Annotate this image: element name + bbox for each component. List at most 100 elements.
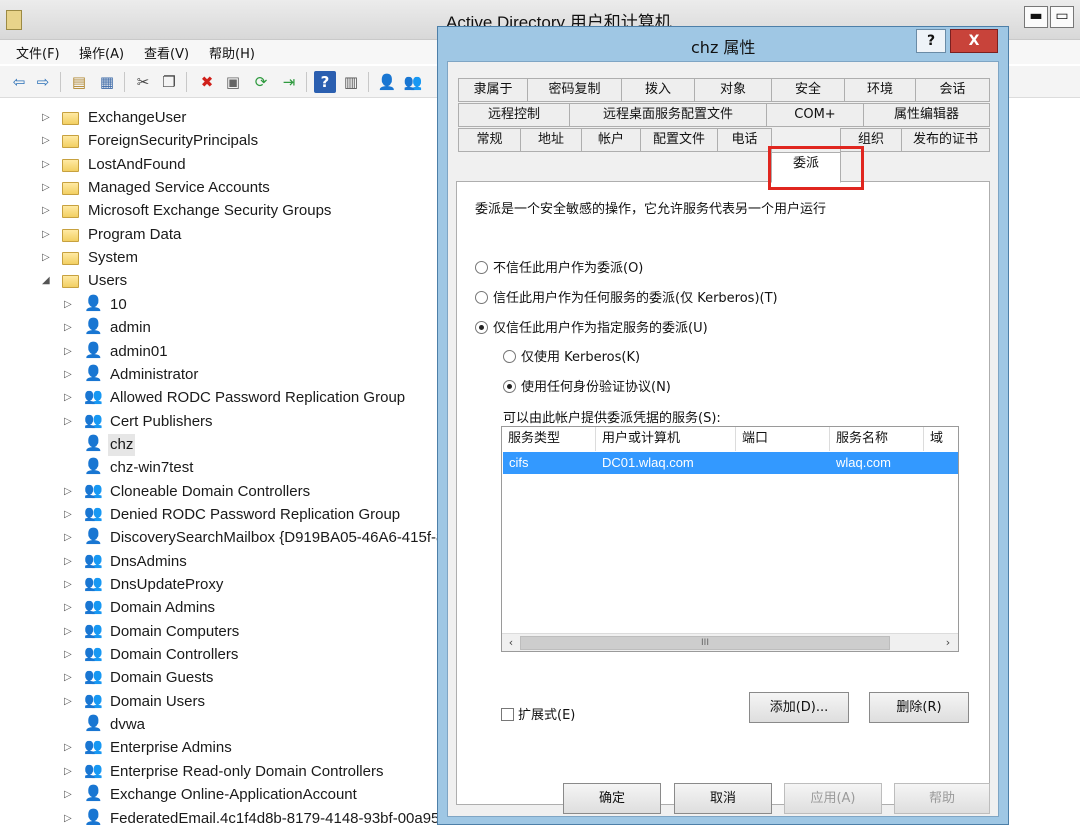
- apply-button[interactable]: 应用(A): [784, 783, 882, 814]
- tab-attribute-editor[interactable]: 属性编辑器: [863, 103, 990, 127]
- expand-arrow-icon[interactable]: ▷: [42, 224, 54, 246]
- radio-no-delegation[interactable]: 不信任此用户作为委派(O): [475, 261, 643, 277]
- radio-button-selected[interactable]: [475, 321, 488, 334]
- tab-telephones[interactable]: 电话: [717, 128, 772, 152]
- tab-dial-in[interactable]: 拨入: [621, 78, 695, 102]
- menu-help[interactable]: 帮助(H): [209, 43, 255, 62]
- radio-button[interactable]: [503, 350, 516, 363]
- tab-published-certificates[interactable]: 发布的证书: [901, 128, 990, 152]
- expand-arrow-icon[interactable]: ▷: [42, 154, 54, 176]
- menu-view[interactable]: 查看(V): [144, 43, 189, 62]
- restore-button[interactable]: ▭: [1050, 6, 1074, 28]
- copy-icon[interactable]: ❐: [158, 71, 180, 93]
- cell-service-type: cifs: [509, 455, 529, 470]
- expand-arrow-icon[interactable]: ▷: [64, 667, 76, 689]
- expand-arrow-icon[interactable]: ▷: [42, 107, 54, 129]
- tab-general[interactable]: 常规: [458, 128, 521, 152]
- tab-rds-profile[interactable]: 远程桌面服务配置文件: [569, 103, 767, 127]
- expand-arrow-icon[interactable]: ▷: [64, 597, 76, 619]
- console-icon[interactable]: ▥: [340, 71, 362, 93]
- cancel-button[interactable]: 取消: [674, 783, 772, 814]
- radio-button[interactable]: [475, 261, 488, 274]
- show-hide-tree-icon[interactable]: ▦: [96, 71, 118, 93]
- expand-arrow-icon[interactable]: ▷: [64, 691, 76, 713]
- dialog-help-button[interactable]: ?: [916, 29, 946, 53]
- menu-action[interactable]: 操作(A): [79, 43, 124, 62]
- expanded-checkbox-row[interactable]: 扩展式(E): [501, 704, 575, 723]
- expand-arrow-icon[interactable]: ▷: [64, 387, 76, 409]
- dialog-close-button[interactable]: X: [950, 29, 998, 53]
- tab-profile[interactable]: 配置文件: [640, 128, 718, 152]
- tab-password-replication[interactable]: 密码复制: [527, 78, 622, 102]
- properties-icon[interactable]: ▣: [222, 71, 244, 93]
- expand-arrow-icon[interactable]: ▷: [42, 200, 54, 222]
- tab-object[interactable]: 对象: [694, 78, 772, 102]
- forward-icon[interactable]: ⇨: [32, 71, 54, 93]
- tab-remote-control[interactable]: 远程控制: [458, 103, 570, 127]
- tab-sessions[interactable]: 会话: [915, 78, 990, 102]
- expanded-checkbox[interactable]: [501, 708, 514, 721]
- expand-arrow-icon[interactable]: ▷: [64, 808, 76, 825]
- expand-arrow-icon[interactable]: ▷: [64, 341, 76, 363]
- column-header-domain[interactable]: 域: [924, 427, 958, 451]
- tab-com-plus[interactable]: COM+: [766, 103, 864, 127]
- scroll-thumb[interactable]: III: [520, 636, 890, 650]
- horizontal-scrollbar[interactable]: ‹ III ›: [502, 633, 958, 651]
- expand-arrow-icon[interactable]: ▷: [64, 294, 76, 316]
- scroll-right-icon[interactable]: ›: [940, 635, 956, 651]
- column-header-service-name[interactable]: 服务名称: [830, 427, 924, 451]
- radio-label: 仅信任此用户作为指定服务的委派(U): [493, 321, 708, 336]
- expand-arrow-icon[interactable]: ▷: [64, 411, 76, 433]
- remove-button[interactable]: 删除(R): [869, 692, 969, 723]
- radio-kerberos-only[interactable]: 仅使用 Kerberos(K): [503, 350, 640, 366]
- back-icon[interactable]: ⇦: [8, 71, 30, 93]
- new-user-icon[interactable]: 👤: [376, 71, 398, 93]
- new-group-icon[interactable]: 👥: [402, 71, 424, 93]
- expand-arrow-icon[interactable]: ▷: [64, 551, 76, 573]
- cut-icon[interactable]: ✂: [132, 71, 154, 93]
- radio-label: 信任此用户作为任何服务的委派(仅 Kerberos)(T): [493, 291, 778, 306]
- expand-arrow-icon[interactable]: ▷: [64, 481, 76, 503]
- tab-security[interactable]: 安全: [771, 78, 845, 102]
- collapse-arrow-icon[interactable]: ◢: [42, 270, 54, 292]
- column-header-service-type[interactable]: 服务类型: [502, 427, 596, 451]
- tab-member-of[interactable]: 隶属于: [458, 78, 528, 102]
- services-list[interactable]: 服务类型 用户或计算机 端口 服务名称 域 cifs DC01.wlaq.com…: [501, 426, 959, 652]
- expand-arrow-icon[interactable]: ▷: [64, 574, 76, 596]
- expand-arrow-icon[interactable]: ▷: [64, 504, 76, 526]
- expand-arrow-icon[interactable]: ▷: [42, 177, 54, 199]
- expand-arrow-icon[interactable]: ▷: [64, 621, 76, 643]
- expand-arrow-icon[interactable]: ▷: [42, 247, 54, 269]
- radio-trust-specified-services[interactable]: 仅信任此用户作为指定服务的委派(U): [475, 321, 708, 337]
- column-header-user-or-computer[interactable]: 用户或计算机: [596, 427, 736, 451]
- table-row[interactable]: cifs DC01.wlaq.com wlaq.com: [503, 452, 958, 474]
- help-button[interactable]: 帮助: [894, 783, 990, 814]
- up-folder-icon[interactable]: ▤: [68, 71, 90, 93]
- minimize-button[interactable]: ▬: [1024, 6, 1048, 28]
- radio-button-selected[interactable]: [503, 380, 516, 393]
- help-icon[interactable]: ?: [314, 71, 336, 93]
- expand-arrow-icon[interactable]: ▷: [64, 317, 76, 339]
- tab-account[interactable]: 帐户: [581, 128, 641, 152]
- expand-arrow-icon[interactable]: ▷: [64, 644, 76, 666]
- ok-button[interactable]: 确定: [563, 783, 661, 814]
- tab-address[interactable]: 地址: [520, 128, 582, 152]
- expand-arrow-icon[interactable]: ▷: [64, 364, 76, 386]
- scroll-left-icon[interactable]: ‹: [503, 635, 519, 651]
- expand-arrow-icon[interactable]: ▷: [42, 130, 54, 152]
- delete-icon[interactable]: ✖: [196, 71, 218, 93]
- radio-trust-any-service[interactable]: 信任此用户作为任何服务的委派(仅 Kerberos)(T): [475, 291, 778, 307]
- folder-icon: [62, 252, 79, 266]
- expand-arrow-icon[interactable]: ▷: [64, 527, 76, 549]
- tab-environment[interactable]: 环境: [844, 78, 916, 102]
- export-list-icon[interactable]: ⇥: [278, 71, 300, 93]
- menu-file[interactable]: 文件(F): [16, 43, 60, 62]
- column-header-port[interactable]: 端口: [736, 427, 830, 451]
- add-button[interactable]: 添加(D)...: [749, 692, 849, 723]
- expand-arrow-icon[interactable]: ▷: [64, 784, 76, 806]
- expand-arrow-icon[interactable]: ▷: [64, 761, 76, 783]
- expand-arrow-icon[interactable]: ▷: [64, 737, 76, 759]
- refresh-icon[interactable]: ⟳: [250, 71, 272, 93]
- radio-button[interactable]: [475, 291, 488, 304]
- radio-any-auth-protocol[interactable]: 使用任何身份验证协议(N): [503, 380, 671, 396]
